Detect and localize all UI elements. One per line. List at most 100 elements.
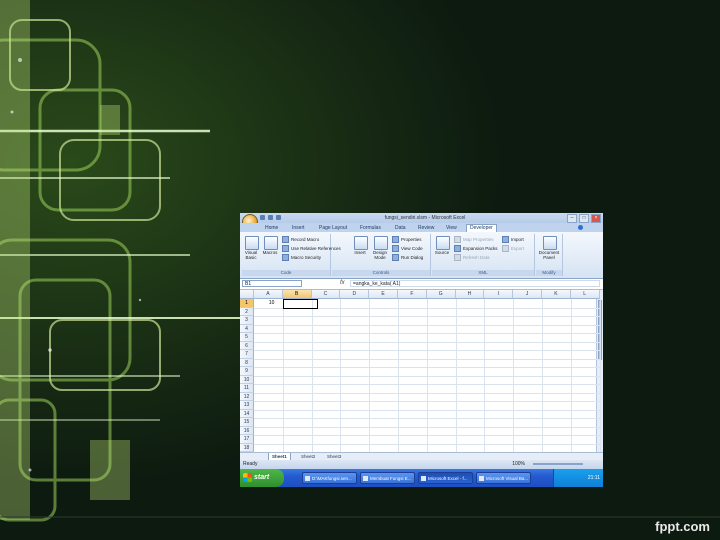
gridline-horizontal <box>254 409 600 411</box>
tab-review[interactable]: Review <box>418 225 434 231</box>
run-dialog-icon <box>392 254 399 261</box>
column-header-b[interactable]: B <box>282 290 312 299</box>
group-controls: Insert Design Mode Properties View Code … <box>332 234 431 276</box>
sheet-tab-2[interactable]: Sheet2 <box>298 453 318 460</box>
taskbar-button-excel[interactable]: Microsoft Excel - f... <box>418 472 473 484</box>
export-icon <box>502 245 509 252</box>
xml-source-icon[interactable] <box>436 236 450 250</box>
tab-view[interactable]: View <box>446 225 457 231</box>
column-header-e[interactable]: E <box>369 290 398 299</box>
expansion-packs-button[interactable]: Expansion Packs <box>454 245 498 252</box>
tab-data[interactable]: Data <box>395 225 406 231</box>
group-modify: Document Panel Modify <box>536 234 563 276</box>
gridline-horizontal <box>254 375 600 377</box>
visual-basic-icon[interactable] <box>245 236 259 250</box>
run-dialog-button[interactable]: Run Dialog <box>392 254 423 261</box>
status-text: Ready <box>243 461 258 467</box>
save-icon[interactable] <box>260 215 265 220</box>
row-header-1[interactable]: 1 <box>240 299 254 308</box>
refresh-data-button[interactable]: Refresh Data <box>454 254 490 261</box>
undo-icon[interactable] <box>268 215 273 220</box>
row-header-8[interactable]: 8 <box>240 358 254 367</box>
row-header-14[interactable]: 14 <box>240 409 254 418</box>
worksheet-grid[interactable]: A B C D E F G H I J K L 1 2 3 4 5 6 7 8 9 10 11 12 13 14 15 16 17 18 1… <box>240 290 603 460</box>
start-button[interactable]: start <box>240 469 284 487</box>
excel-window: fungsi_sendiri.xlsm - Microsoft Excel – … <box>240 213 603 487</box>
column-header-j[interactable]: J <box>513 290 542 299</box>
view-code-button[interactable]: View Code <box>392 245 423 252</box>
row-header-3[interactable]: 3 <box>240 316 254 325</box>
row-header-15[interactable]: 15 <box>240 418 254 427</box>
properties-button[interactable]: Properties <box>392 236 422 243</box>
redo-icon[interactable] <box>276 215 281 220</box>
column-header-a[interactable]: A <box>254 290 283 299</box>
macros-icon[interactable] <box>264 236 278 250</box>
document-panel-button[interactable]: Document Panel <box>536 250 562 260</box>
help-icon[interactable] <box>578 225 583 230</box>
row-header-7[interactable]: 7 <box>240 350 254 359</box>
macros-button[interactable]: Macros <box>261 250 279 255</box>
select-all-corner[interactable] <box>240 290 254 299</box>
row-header-11[interactable]: 11 <box>240 384 254 393</box>
column-header-g[interactable]: G <box>426 290 456 299</box>
zoom-slider[interactable] <box>533 463 583 465</box>
tab-page-layout[interactable]: Page Layout <box>319 225 347 231</box>
column-header-k[interactable]: K <box>542 290 571 299</box>
row-header-12[interactable]: 12 <box>240 392 254 401</box>
design-mode-icon[interactable] <box>374 236 388 250</box>
row-header-6[interactable]: 6 <box>240 341 254 350</box>
zoom-level[interactable]: 100% <box>512 460 525 469</box>
title-bar: fungsi_sendiri.xlsm - Microsoft Excel – … <box>240 213 603 223</box>
visual-basic-button[interactable]: Visual Basic <box>242 250 260 260</box>
insert-control-icon[interactable] <box>354 236 368 250</box>
row-header-17[interactable]: 17 <box>240 435 254 444</box>
status-bar: Ready 100% <box>240 460 603 469</box>
taskbar-button-explorer[interactable]: D:\MAKfungsi.sen... <box>302 472 357 484</box>
xml-source-button[interactable]: Source <box>432 250 452 255</box>
tab-insert[interactable]: Insert <box>292 225 305 231</box>
column-header-i[interactable]: I <box>484 290 514 299</box>
tab-home[interactable]: Home <box>265 225 278 231</box>
row-header-4[interactable]: 4 <box>240 324 254 333</box>
row-header-16[interactable]: 16 <box>240 426 254 435</box>
column-header-h[interactable]: H <box>455 290 485 299</box>
map-properties-button[interactable]: Map Properties <box>454 236 494 243</box>
macro-security-button[interactable]: Macro Security <box>282 254 321 261</box>
export-button[interactable]: Export <box>502 245 524 252</box>
column-header-d[interactable]: D <box>340 290 370 299</box>
name-box[interactable]: B1 <box>242 280 302 287</box>
taskbar-button-word[interactable]: Membuat Fungsi E... <box>360 472 415 484</box>
row-header-18[interactable]: 18 <box>240 443 254 452</box>
window-controls: – □ × <box>567 214 601 223</box>
row-header-13[interactable]: 13 <box>240 401 254 410</box>
record-macro-button[interactable]: Record Macro <box>282 236 319 243</box>
document-panel-icon[interactable] <box>543 236 557 250</box>
formula-input[interactable]: =angka_ke_kata( A1) <box>350 280 600 287</box>
tab-formulas[interactable]: Formulas <box>360 225 381 231</box>
gridline-horizontal <box>254 316 600 317</box>
sheet-tab-3[interactable]: Sheet3 <box>324 453 344 460</box>
column-header-c[interactable]: C <box>311 290 341 299</box>
column-header-l[interactable]: L <box>570 290 600 299</box>
taskbar-button-vba[interactable]: Microsoft Visual Ba... <box>476 472 531 484</box>
row-header-2[interactable]: 2 <box>240 307 254 316</box>
row-header-10[interactable]: 10 <box>240 375 254 384</box>
close-button[interactable]: × <box>591 214 601 223</box>
row-header-9[interactable]: 9 <box>240 367 254 376</box>
active-cell-b1[interactable] <box>282 299 318 309</box>
cell-a1[interactable]: 10 <box>269 300 275 306</box>
row-header-5[interactable]: 5 <box>240 333 254 342</box>
gridline-horizontal <box>254 358 600 360</box>
insert-control-button[interactable]: Insert <box>351 250 369 255</box>
minimize-button[interactable]: – <box>567 214 577 223</box>
design-mode-button[interactable]: Design Mode <box>370 250 390 260</box>
windows-taskbar: start D:\MAKfungsi.sen... Membuat Fungsi… <box>240 469 603 487</box>
fx-icon[interactable]: fx <box>340 280 345 286</box>
record-macro-icon <box>282 236 289 243</box>
import-button[interactable]: Import <box>502 236 524 243</box>
gridline-horizontal <box>254 392 600 394</box>
tab-developer[interactable]: Developer <box>466 224 497 232</box>
maximize-button[interactable]: □ <box>579 214 589 223</box>
column-header-f[interactable]: F <box>398 290 427 299</box>
group-xml: Source Map Properties Expansion Packs Re… <box>432 234 535 276</box>
